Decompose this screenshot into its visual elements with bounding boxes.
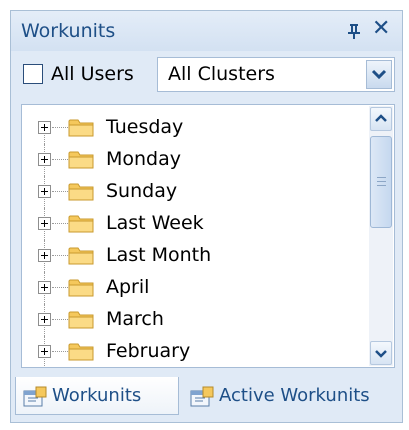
all-users-label: All Users — [51, 63, 134, 85]
workunit-icon — [190, 386, 214, 407]
pin-icon[interactable] — [346, 22, 362, 40]
workunits-panel: Workunits ✕ All Users All Clusters Tuesd… — [10, 10, 403, 423]
expand-icon[interactable] — [38, 345, 51, 358]
folder-icon — [68, 151, 94, 169]
tree-item-label: Sunday — [106, 180, 178, 202]
scroll-thumb[interactable] — [370, 136, 392, 228]
tree-connector — [52, 127, 68, 128]
thumb-grip-line — [377, 181, 386, 182]
tab-label: Workunits — [52, 385, 142, 406]
expand-icon[interactable] — [38, 249, 51, 262]
tree-item[interactable]: Tuesday — [22, 112, 368, 144]
tab-active-workunits[interactable]: Active Workunits — [183, 377, 395, 415]
tree-item[interactable]: Last Month — [22, 240, 368, 272]
cluster-select-value: All Clusters — [168, 63, 275, 85]
tab-label: Active Workunits — [219, 385, 370, 406]
tree-item[interactable]: April — [22, 272, 368, 304]
tree-item[interactable]: February — [22, 336, 368, 367]
thumb-grip-line — [377, 185, 386, 186]
scroll-down-button[interactable] — [370, 341, 392, 365]
folder-icon — [68, 119, 94, 137]
chevron-down-icon — [375, 350, 387, 358]
cluster-select[interactable]: All Clusters — [157, 57, 395, 92]
workunit-tree: Tuesday Monday Sunday Last Week Last Month Ap… — [21, 104, 395, 368]
workunit-icon — [23, 386, 47, 407]
tree-item-label: Last Month — [106, 244, 212, 266]
folder-icon — [68, 183, 94, 201]
expand-icon[interactable] — [38, 281, 51, 294]
tree-connector — [52, 287, 68, 288]
tree-connector — [52, 351, 68, 352]
cluster-select-button[interactable] — [366, 60, 392, 89]
tree-scrollbar[interactable] — [369, 106, 393, 366]
tree-item[interactable]: Last Week — [22, 208, 368, 240]
tree-item-label: February — [106, 340, 191, 362]
tree-item[interactable]: March — [22, 304, 368, 336]
tree-item-label: April — [106, 276, 150, 298]
tree-item[interactable]: Monday — [22, 144, 368, 176]
folder-icon — [68, 247, 94, 265]
tree-item[interactable]: Sunday — [22, 176, 368, 208]
close-icon[interactable]: ✕ — [372, 18, 390, 40]
tree-connector — [52, 159, 68, 160]
expand-icon[interactable] — [38, 153, 51, 166]
tree-rows: Tuesday Monday Sunday Last Week Last Month Ap… — [22, 105, 368, 367]
folder-icon — [68, 215, 94, 233]
tree-connector — [52, 223, 68, 224]
tree-item-label: Monday — [106, 148, 182, 170]
expand-icon[interactable] — [38, 185, 51, 198]
tree-connector — [52, 191, 68, 192]
chevron-up-icon — [375, 114, 387, 122]
panel-titlebar: Workunits ✕ — [11, 11, 402, 51]
expand-icon[interactable] — [38, 313, 51, 326]
expand-icon[interactable] — [38, 121, 51, 134]
tree-item-label: March — [106, 308, 164, 330]
tree-connector — [52, 319, 68, 320]
all-users-checkbox[interactable] — [23, 64, 43, 84]
tree-connector — [52, 255, 68, 256]
folder-icon — [68, 343, 94, 361]
tab-workunits[interactable]: Workunits — [15, 377, 179, 415]
folder-icon — [68, 311, 94, 329]
folder-icon — [68, 279, 94, 297]
tree-item-label: Tuesday — [106, 116, 184, 138]
expand-icon[interactable] — [38, 217, 51, 230]
chevron-down-icon — [371, 69, 387, 80]
panel-title: Workunits — [21, 20, 116, 42]
thumb-grip-line — [377, 177, 386, 178]
panel-tabs: Workunits Active Workunits — [11, 373, 402, 422]
scroll-up-button[interactable] — [370, 107, 392, 131]
tree-item-label: Last Week — [106, 212, 204, 234]
